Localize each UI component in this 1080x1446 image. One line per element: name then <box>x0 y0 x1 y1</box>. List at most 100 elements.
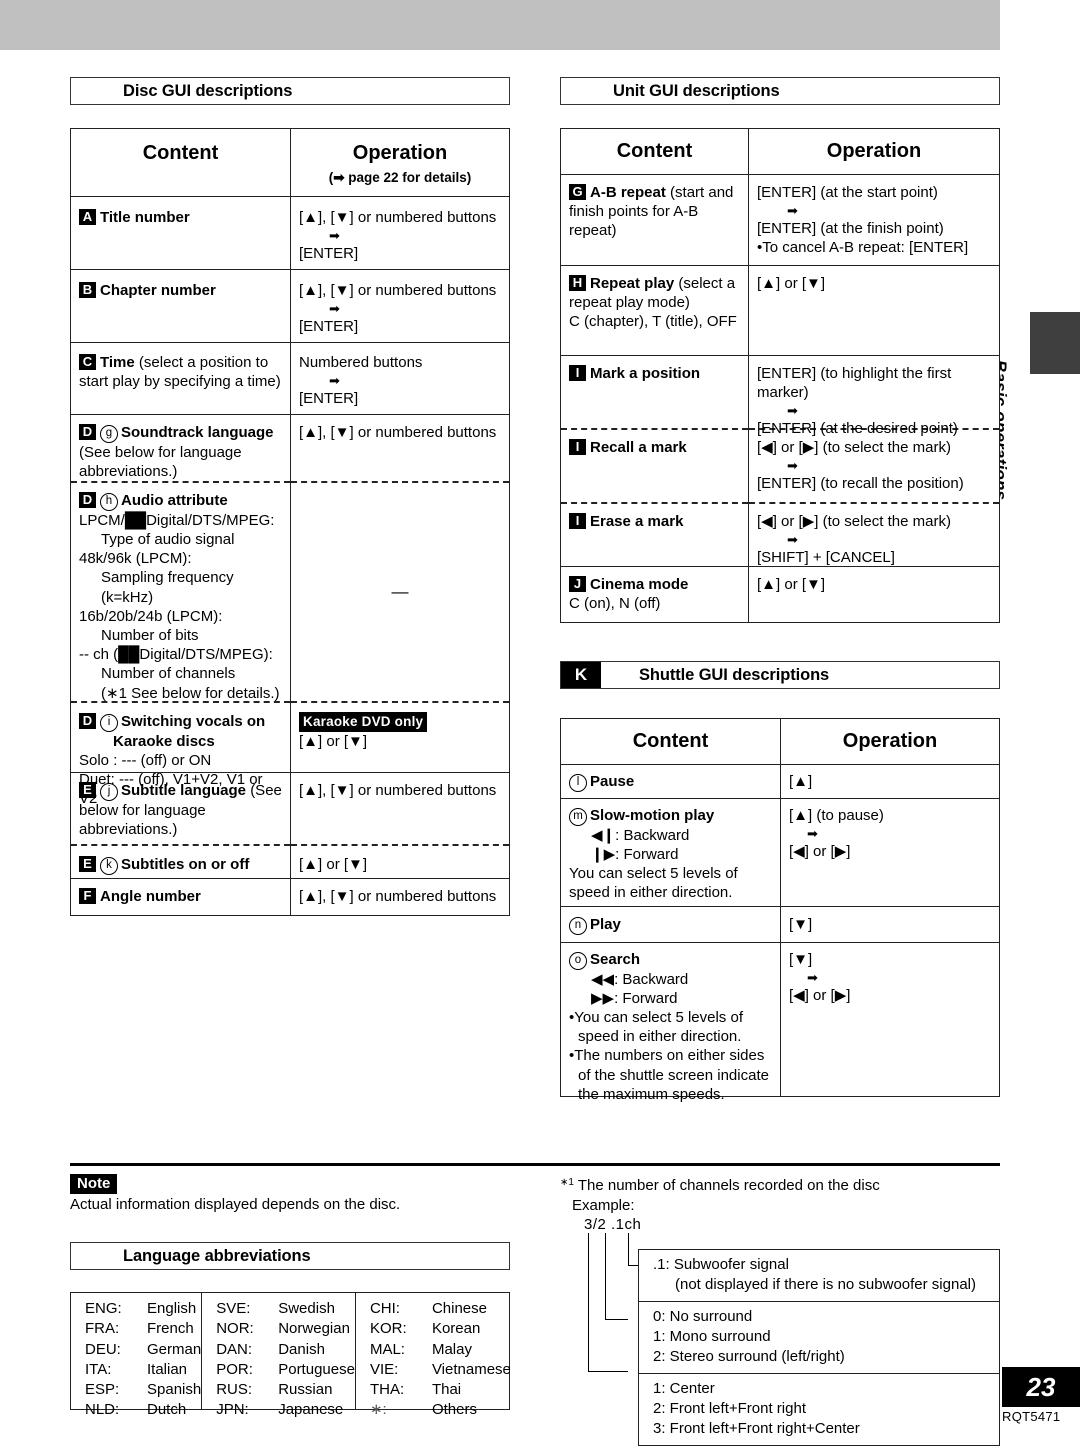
audio-line-10: (∗1 See below for details.) <box>101 684 280 702</box>
row-title: Repeat play <box>590 274 675 292</box>
table-header-row: Content Operation <box>561 719 999 765</box>
row-title: Pause <box>590 772 635 790</box>
direction-forward: ❙▶: Forward <box>591 845 679 863</box>
op-line-1: [▲], [▼] or numbered buttons <box>299 281 497 299</box>
circle-j-icon: j <box>100 782 118 801</box>
row-sub-2: C (chapter), T (title), OFF <box>569 312 737 330</box>
op-line-2: [ENTER] (at the finish point) <box>757 219 944 237</box>
row-title: Subtitle language <box>121 781 247 799</box>
table-row: G A-B repeat (start and finish points for… <box>561 174 999 266</box>
lang-name: Malay <box>431 1340 472 1358</box>
row-title-2: Karaoke discs <box>113 732 215 750</box>
karaoke-only-badge: Karaoke DVD only <box>299 711 428 733</box>
op-line-2: [ENTER] (to recall the position) <box>757 474 964 492</box>
subrow-subtitles-on-off: Ek Subtitles on or off <box>71 846 290 883</box>
badge-c: C <box>79 353 96 370</box>
table-row: F Angle number [▲], [▼] or numbered butto… <box>71 878 509 915</box>
list-item: NOR: Norwegian <box>202 1319 355 1339</box>
row-title: Search <box>590 950 641 968</box>
op-line-2: [◀] or [▶] <box>789 842 851 860</box>
op-line-2: [ENTER] (at the desired point) <box>757 419 958 437</box>
language-abbrev-heading-label: Language abbreviations <box>123 1246 311 1265</box>
row-content: J Cinema mode C (on), N (off) <box>561 566 749 622</box>
lang-abbr: ENG: <box>85 1300 122 1317</box>
lang-abbr: DAN: <box>216 1340 253 1358</box>
op-line-2: [◀] or [▶] <box>789 986 851 1004</box>
badge-e: E <box>79 855 96 872</box>
op-switching-vocals: Karaoke DVD only [▲] or [▼] <box>291 703 509 759</box>
row-content: A Title number <box>71 196 291 269</box>
row-operation: [ENTER] (at the start point) ➡ [ENTER] (… <box>749 175 999 265</box>
op-line-1: [▲] or [▼] <box>757 274 826 292</box>
shuttle-gui-table: Content Operation l Pause [▲] m Slow-motio… <box>560 718 1000 1103</box>
table-header-row: Content Operation <box>561 129 999 175</box>
table-row: B Chapter number [▲], [▼] or numbered but… <box>71 269 509 343</box>
table-row: o Search ◀◀: Backward ▶▶: Forward •You ca… <box>561 942 999 1103</box>
row-content: n Play <box>561 906 781 942</box>
lang-abbr: NLD: <box>85 1401 120 1419</box>
chapter-thumb-tab <box>1030 312 1080 374</box>
badge-d: D <box>79 491 96 508</box>
op-line-1: [◀] or [▶] (to select the mark) <box>757 438 951 456</box>
disc-gui-heading: Disc GUI descriptions <box>70 77 510 105</box>
subrow-soundtrack-language: Dg Soundtrack language (See below for lan… <box>71 415 290 481</box>
subrow-recall-a-mark: I Recall a mark <box>561 430 748 502</box>
badge-i: I <box>569 512 586 529</box>
col-header-operation: Operation <box>826 140 922 162</box>
subrow-subtitle-language: Ej Subtitle language (See below for langu… <box>71 773 290 844</box>
row-operation: [▲], [▼] or numbered buttons <box>291 879 509 915</box>
lang-abbr: MAL: <box>369 1340 405 1358</box>
channel-block-front: 1: Center 2: Front left+Front right 3: F… <box>639 1374 999 1445</box>
list-item: JPN: Japanese <box>202 1400 355 1420</box>
lang-abbr: RUS: <box>216 1381 253 1398</box>
lang-name: English <box>147 1300 197 1317</box>
row-bullet-2: •The numbers on either sides of the shut… <box>569 1047 769 1103</box>
row-operation: [▼] <box>781 907 999 942</box>
channel-line: 1: Center <box>653 1379 715 1397</box>
channel-example-table: .1: Subwoofer signal (not displayed if t… <box>638 1249 1000 1446</box>
op-line-1: Numbered buttons <box>299 353 423 371</box>
disc-gui-heading-label: Disc GUI descriptions <box>123 81 293 100</box>
lang-name: French <box>147 1320 194 1338</box>
circle-o-icon: o <box>569 951 587 970</box>
language-column-3: CHI: Chinese KOR: Korean MAL: Malay VIE: Vie… <box>356 1293 511 1418</box>
channel-line: 2: Stereo surround (left/right) <box>653 1347 845 1365</box>
list-item: THA: Thai <box>356 1380 511 1400</box>
document-code: RQT5471 <box>1002 1409 1061 1424</box>
list-item: ∗: Others <box>356 1400 511 1420</box>
row-title: Recall a mark <box>590 438 687 456</box>
down-arrow-icon: ➡ <box>787 202 798 218</box>
row-content: I Mark a position I Recall a mark I Erase a… <box>561 355 749 566</box>
note-text: Actual information displayed depends on … <box>70 1196 401 1213</box>
op-line-1: — <box>391 581 409 601</box>
language-column-1: ENG: English FRA: French DEU: German ITA: It… <box>71 1293 203 1418</box>
col-header-operation: Operation <box>842 730 938 752</box>
op-line-1: [▲], [▼] or numbered buttons <box>299 423 497 441</box>
lang-abbr: KOR: <box>369 1320 407 1338</box>
list-item: DAN: Danish <box>202 1340 355 1360</box>
op-line-1: [▲] or [▼] <box>299 855 368 873</box>
row-title: Erase a mark <box>590 512 684 530</box>
col-header-operation: Operation (➡ page 22 for details) <box>291 129 509 196</box>
op-line-1: [◀] or [▶] (to select the mark) <box>757 512 951 530</box>
circle-n-icon: n <box>569 916 587 935</box>
lang-abbr: DEU: <box>85 1340 121 1358</box>
row-operation: [▼] ➡ [◀] or [▶] <box>781 943 999 1096</box>
op-line-1: [▲], [▼] or numbered buttons <box>299 781 497 799</box>
lang-abbr: ESP: <box>85 1381 120 1398</box>
lang-name: Korean <box>431 1320 481 1338</box>
op-line-1: [▲], [▼] or numbered buttons <box>299 887 497 905</box>
row-title: Play <box>590 915 621 933</box>
op-line-1: [▲] or [▼] <box>299 733 368 751</box>
table-row: n Play [▼] <box>561 906 999 943</box>
col-header-content: Content <box>71 129 291 196</box>
table-row: l Pause [▲] <box>561 764 999 799</box>
op-subtitle-language: [▲], [▼] or numbered buttons <box>291 773 509 844</box>
row-title: A-B repeat <box>590 183 666 201</box>
list-item: DEU: German <box>71 1340 201 1360</box>
op-mark-a-position: [ENTER] (to highlight the first marker) … <box>749 356 999 437</box>
unit-gui-heading-label: Unit GUI descriptions <box>613 81 780 100</box>
audio-line-7: Number of bits <box>101 626 199 644</box>
down-arrow-icon: ➡ <box>329 301 340 317</box>
col-header-content: Content <box>561 129 749 174</box>
